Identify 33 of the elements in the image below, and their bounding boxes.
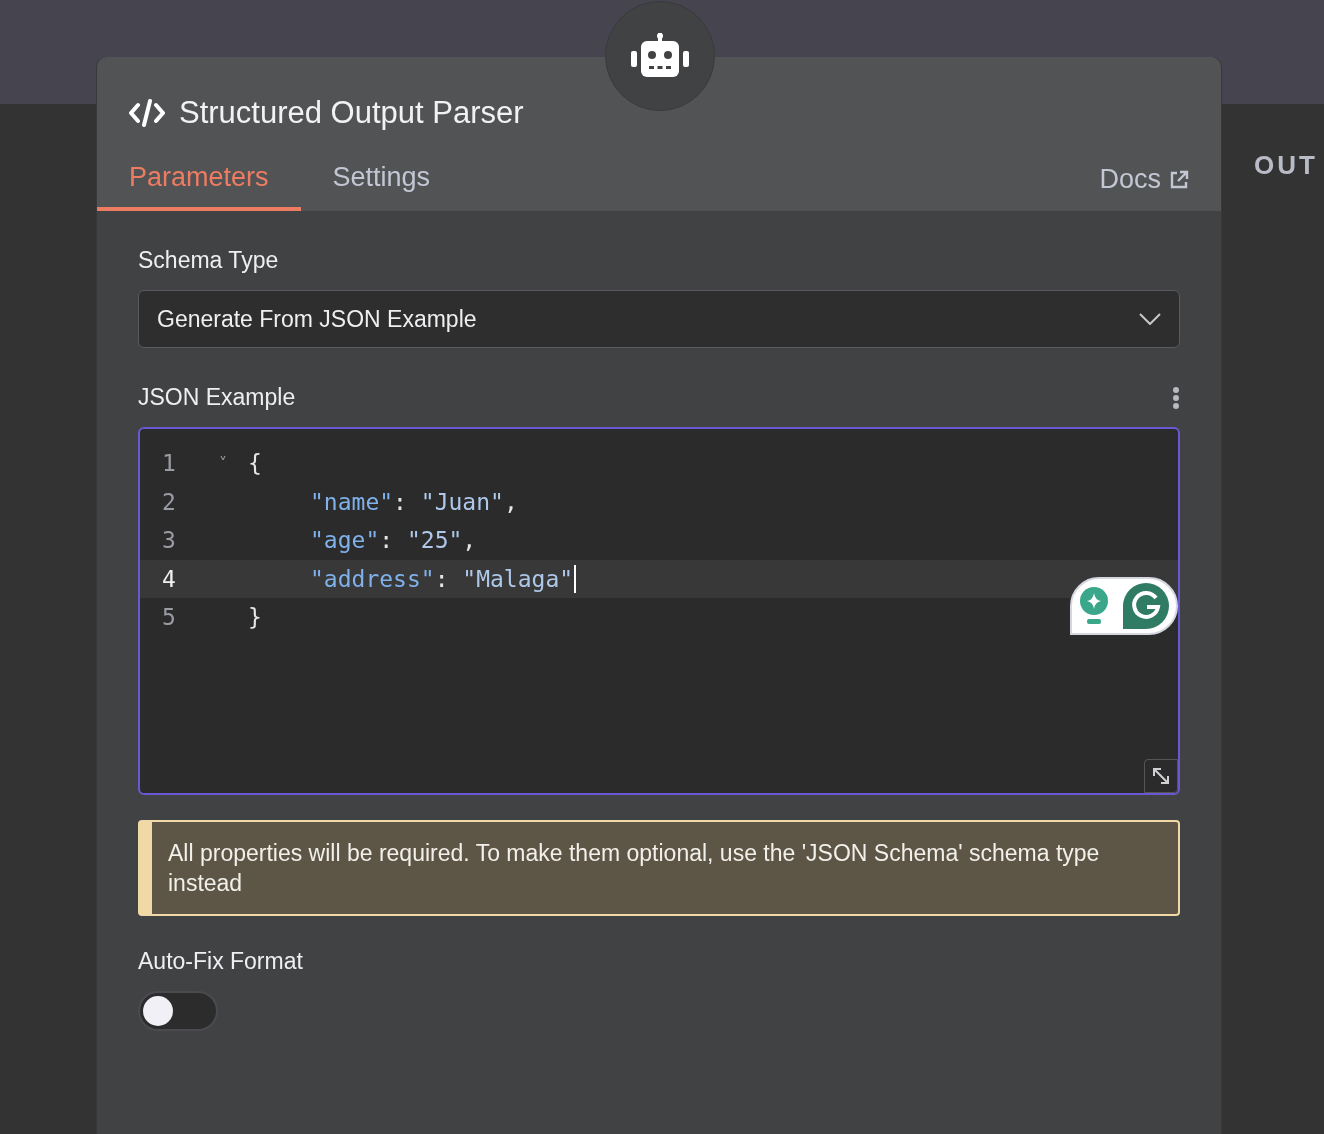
fold-toggle[interactable]: ˅	[219, 453, 227, 473]
auto-fix-toggle[interactable]	[138, 991, 218, 1031]
code-line: }	[248, 604, 262, 631]
line-number: 4	[161, 565, 177, 592]
writing-assistant-widget[interactable]	[1070, 577, 1178, 635]
schema-type-dropdown[interactable]: Generate From JSON Example	[138, 290, 1180, 348]
node-title: Structured Output Parser	[179, 95, 524, 131]
field-label: Auto-Fix Format	[138, 948, 304, 975]
line-number: 5	[161, 604, 177, 631]
more-options-icon[interactable]	[1172, 385, 1180, 410]
docs-link[interactable]: Docs	[1099, 164, 1189, 211]
field-label: Schema Type	[138, 247, 280, 274]
tab[interactable]: Settings	[300, 152, 463, 211]
lightbulb-icon[interactable]	[1079, 587, 1109, 625]
side-panel-label: OUT	[1254, 150, 1318, 181]
code-icon	[129, 99, 165, 127]
line-number: 2	[161, 488, 177, 515]
resize-icon	[1151, 766, 1171, 786]
code-line: {	[248, 450, 262, 477]
code-editor[interactable]: 1 ˅ { 2 "name": "Juan", 3 "age": "25", 4 "address": "Malaga" 5 }	[138, 427, 1180, 795]
code-line: "name": "Juan",	[309, 488, 518, 515]
line-number: 3	[161, 527, 177, 554]
robot-icon	[631, 33, 689, 79]
g-logo-icon[interactable]	[1123, 583, 1169, 629]
warning-notice: All properties will be required. To make them optional, use the 'JSON Schema' schema type instead	[138, 820, 1180, 916]
field-label: JSON Example	[138, 384, 296, 411]
tab[interactable]: Parameters	[97, 152, 301, 211]
code-line: "age": "25",	[309, 527, 477, 554]
chevron-down-icon	[1139, 313, 1161, 325]
code-line: "address": "Malaga"	[248, 564, 577, 593]
line-number: 1	[161, 450, 177, 477]
resize-handle[interactable]	[1144, 759, 1178, 793]
external-link-icon	[1169, 169, 1189, 190]
